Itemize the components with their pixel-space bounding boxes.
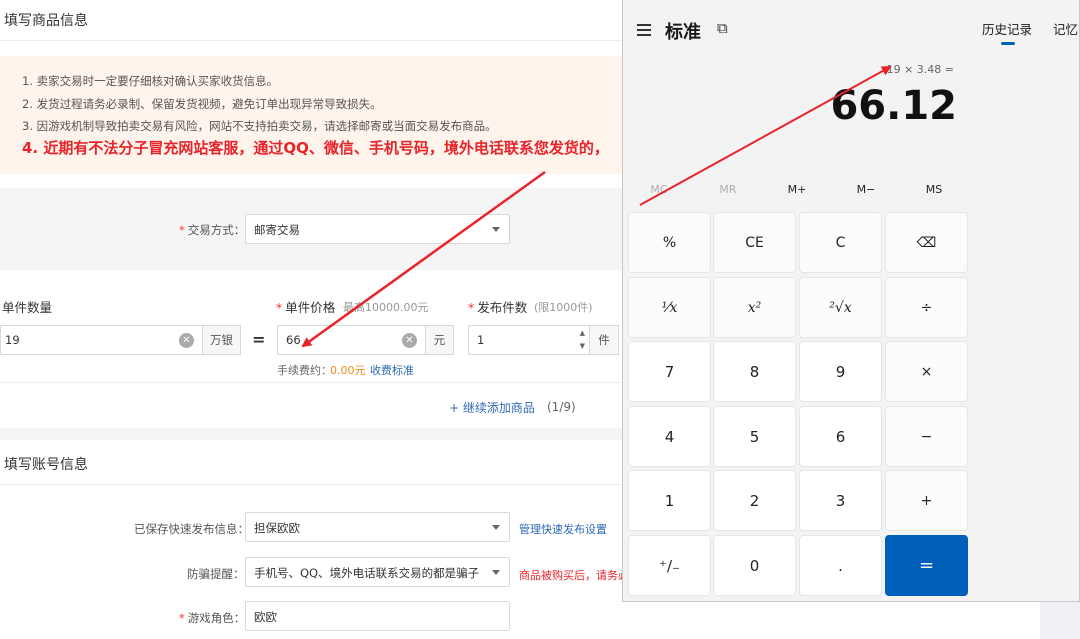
price-hint: 最高10000.00元 (343, 301, 429, 314)
count-value: 1 (477, 333, 485, 347)
hamburger-menu-icon[interactable] (637, 24, 651, 39)
multiply-button[interactable]: × (885, 341, 968, 402)
notice-line-2: 2. 发货过程请务必录制、保留发货视频，避免订单出现异常导致损失。 (22, 97, 382, 111)
digit-0-button[interactable]: 0 (713, 535, 796, 596)
qty-input[interactable]: 19 ✕ (0, 325, 203, 355)
digit-4-button[interactable]: 4 (628, 406, 711, 467)
fee-value: 0.00元 (330, 364, 366, 377)
calc-expression: 19 × 3.48 = (886, 63, 954, 76)
chevron-down-icon (492, 570, 500, 575)
stepper-down-icon[interactable]: ▼ (580, 342, 585, 350)
game-role-input[interactable]: 欧欧 (245, 601, 510, 631)
backspace-button[interactable]: ⌫ (885, 212, 968, 273)
digit-1-button[interactable]: 1 (628, 470, 711, 531)
add-button[interactable]: + (885, 470, 968, 531)
fraud-warning-select[interactable]: 手机号、QQ、境外电话联系交易的都是骗子 (245, 557, 510, 587)
clear-icon[interactable]: ✕ (179, 333, 194, 348)
clear-button[interactable]: C (799, 212, 882, 273)
equals-sign: = (252, 330, 266, 349)
fee-standard-link[interactable]: 收费标准 (370, 362, 414, 378)
decimal-button[interactable]: . (799, 535, 882, 596)
qty-label: 单件数量 (2, 300, 53, 315)
tab-history[interactable]: 历史记录 (982, 19, 1032, 38)
calculator-mode-title: 标准 (665, 22, 701, 43)
game-role-label: * 游戏角色： (179, 611, 246, 625)
square-root-button[interactable]: ²√x (799, 277, 882, 338)
fraud-note: 商品被购买后，请务必 (519, 569, 629, 582)
count-stepper[interactable]: 1 ▲ ▼ (468, 325, 590, 355)
section-title-account: 填写账号信息 (4, 457, 88, 473)
price-input[interactable]: 66 ✕ (277, 325, 426, 355)
digit-2-button[interactable]: 2 (713, 470, 796, 531)
negate-button[interactable]: ⁺∕₋ (628, 535, 711, 596)
saved-info-label: 已保存快速发布信息： (134, 522, 249, 536)
fraud-warning-label: 防骗提醒： (187, 567, 245, 581)
chevron-down-icon (492, 227, 500, 232)
add-goods-count: (1/9) (547, 400, 576, 414)
square-button[interactable]: x² (713, 277, 796, 338)
divide-button[interactable]: ÷ (885, 277, 968, 338)
equals-button[interactable]: = (885, 535, 968, 596)
add-more-goods-link[interactable]: + 继续添加商品 (449, 399, 535, 416)
fraud-warning-value: 手机号、QQ、境外电话联系交易的都是骗子 (254, 566, 480, 580)
digit-7-button[interactable]: 7 (628, 341, 711, 402)
section-title-goods: 填写商品信息 (4, 13, 88, 29)
reciprocal-button[interactable]: ¹⁄x (628, 277, 711, 338)
calc-display: 66.12 (830, 83, 957, 129)
subtract-button[interactable]: − (885, 406, 968, 467)
chevron-down-icon (492, 525, 500, 530)
keep-on-top-icon[interactable]: ⧉ (717, 19, 728, 37)
price-label: * 单件价格 (276, 300, 336, 315)
qty-value: 19 (5, 333, 20, 347)
count-hint: (限1000件) (534, 301, 593, 314)
price-unit: 元 (425, 325, 454, 355)
digit-8-button[interactable]: 8 (713, 341, 796, 402)
notice-line-4-warning: 4. 近期有不法分子冒充网站客服，通过QQ、微信、手机号码，境外电话联系您发货的… (22, 139, 609, 157)
memory-store-button[interactable]: MS (904, 183, 964, 196)
calculator-window: 标准 ⧉ 历史记录 记忆 19 × 3.48 = 66.12 MC MR M+ … (622, 0, 1080, 602)
clear-entry-button[interactable]: CE (713, 212, 796, 273)
percent-button[interactable]: % (628, 212, 711, 273)
digit-9-button[interactable]: 9 (799, 341, 882, 402)
price-value: 66 (286, 333, 301, 347)
tab-history-indicator (1001, 42, 1015, 45)
count-label: * 发布件数 (468, 300, 528, 315)
memory-subtract-button[interactable]: M− (836, 183, 896, 196)
game-role-value: 欧欧 (254, 610, 277, 624)
trade-method-label: * 交易方式： (179, 223, 246, 237)
notice-line-1: 1. 卖家交易时一定要仔细核对确认买家收货信息。 (22, 74, 279, 88)
manage-quick-publish-link[interactable]: 管理快速发布设置 (519, 521, 607, 537)
fee-label: 手续费约： (277, 364, 332, 377)
digit-3-button[interactable]: 3 (799, 470, 882, 531)
memory-add-button[interactable]: M+ (767, 183, 827, 196)
trade-method-select[interactable]: 邮寄交易 (245, 214, 510, 244)
digit-5-button[interactable]: 5 (713, 406, 796, 467)
memory-clear-button[interactable]: MC (629, 183, 689, 196)
qty-unit: 万银 (202, 325, 241, 355)
memory-recall-button[interactable]: MR (698, 183, 758, 196)
stepper-up-icon[interactable]: ▲ (580, 329, 585, 337)
digit-6-button[interactable]: 6 (799, 406, 882, 467)
notice-line-3: 3. 因游戏机制导致拍卖交易有风险，网站不支持拍卖交易，请选择邮寄或当面交易发布… (22, 119, 497, 133)
trade-method-value: 邮寄交易 (254, 223, 300, 237)
saved-info-value: 担保欧欧 (254, 521, 300, 535)
saved-info-select[interactable]: 担保欧欧 (245, 512, 510, 542)
clear-icon[interactable]: ✕ (402, 333, 417, 348)
count-unit: 件 (589, 325, 619, 355)
tab-memory[interactable]: 记忆 (1053, 19, 1078, 38)
